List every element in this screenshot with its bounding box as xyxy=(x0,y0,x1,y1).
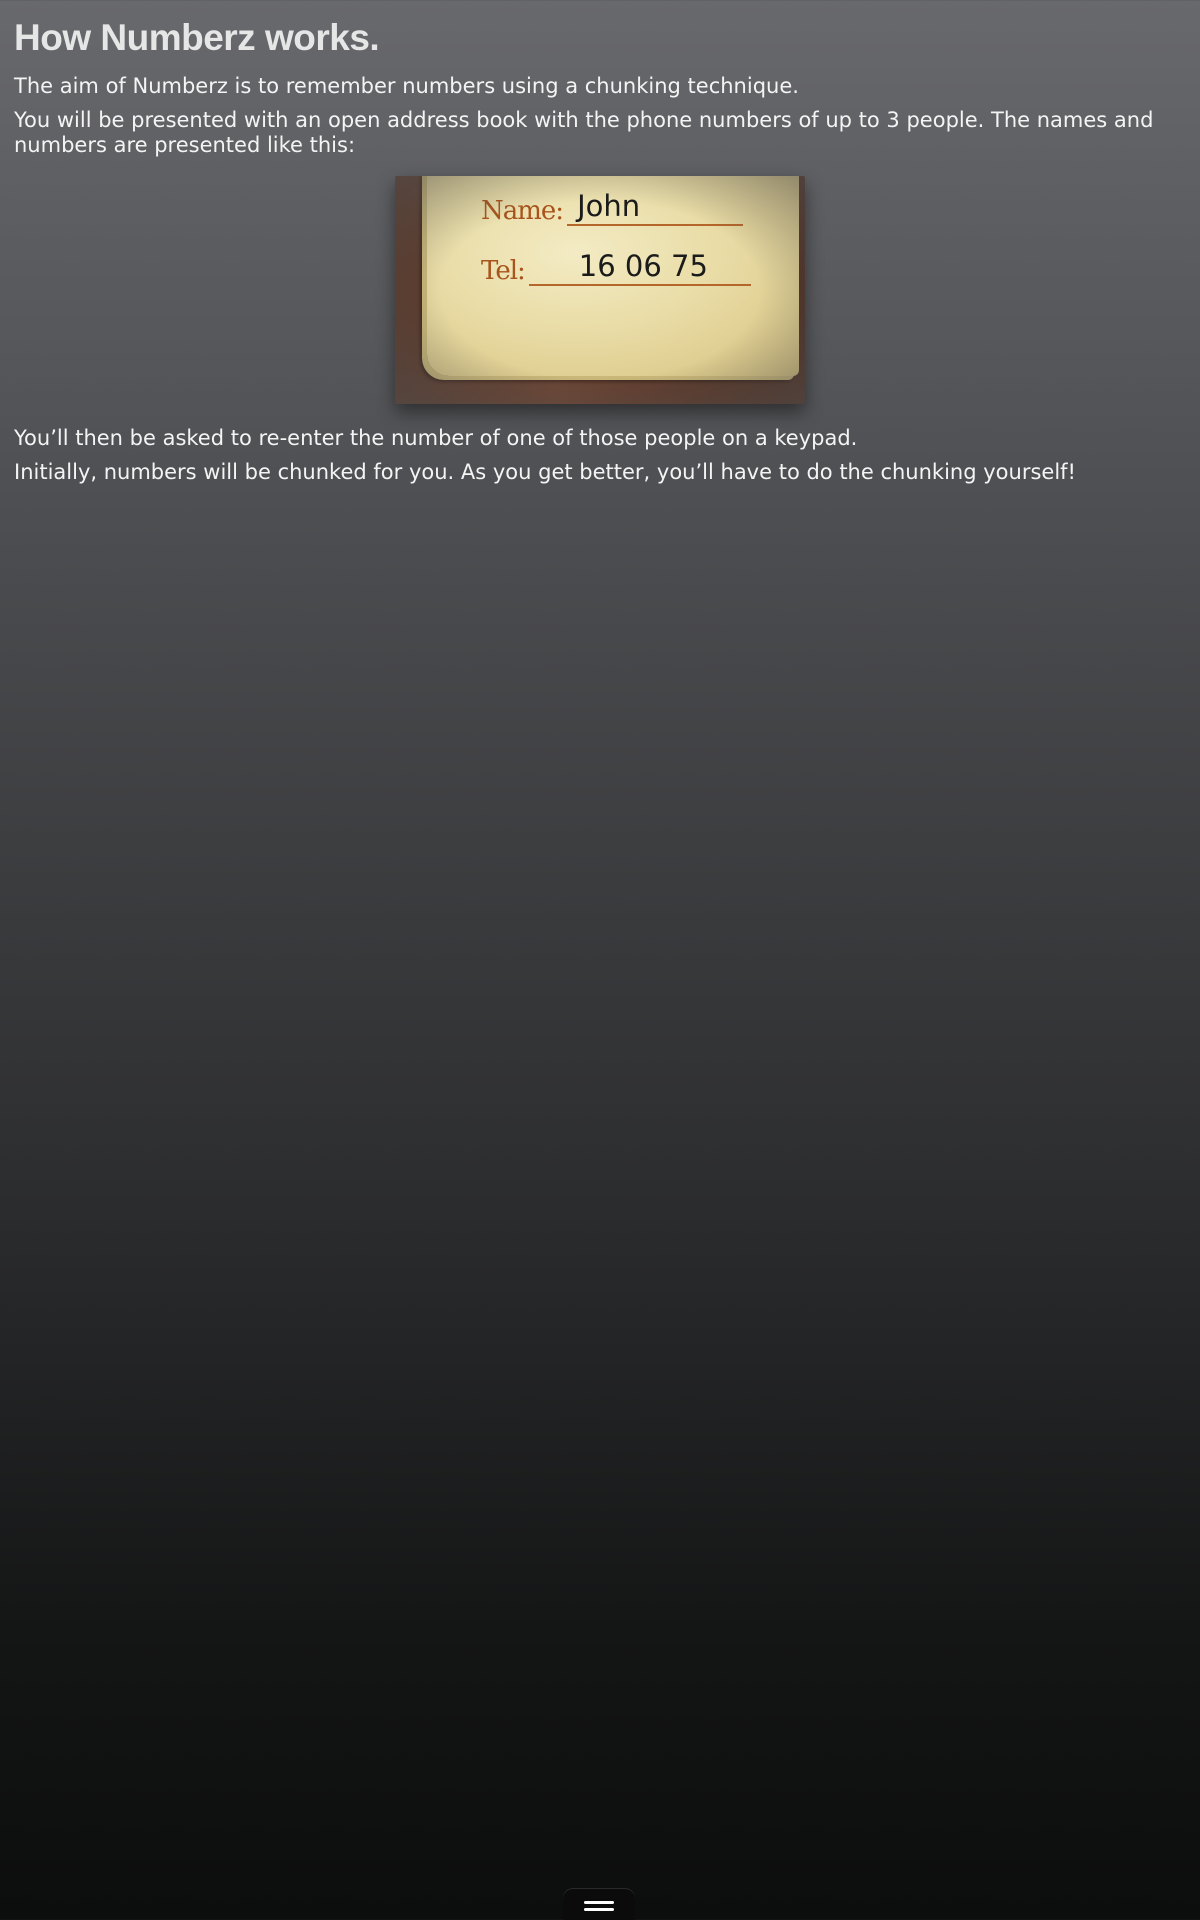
hamburger-menu-icon xyxy=(584,1901,614,1920)
tel-label: Tel: xyxy=(481,256,526,286)
reenter-paragraph: You’ll then be asked to re-enter the num… xyxy=(14,426,858,450)
intro-paragraph: The aim of Numberz is to remember number… xyxy=(14,74,799,98)
name-row: Name: John xyxy=(481,188,744,226)
help-content: How Numberz works. The aim of Numberz is… xyxy=(14,16,1186,494)
address-book-card-image: Name: John Tel: 16 06 75 xyxy=(395,176,805,404)
tel-row: Tel: 16 06 75 xyxy=(481,248,751,286)
page-title: How Numberz works. xyxy=(14,17,380,58)
example-card-container: Name: John Tel: 16 06 75 xyxy=(14,176,1186,404)
name-value: John xyxy=(567,188,744,226)
chunking-paragraph: Initially, numbers will be chunked for y… xyxy=(14,460,1076,484)
name-label: Name: xyxy=(481,196,564,226)
presented-paragraph: You will be presented with an open addre… xyxy=(14,108,1154,157)
tel-value: 16 06 75 xyxy=(528,248,751,286)
menu-button[interactable] xyxy=(563,1889,635,1920)
address-book-page: Name: John Tel: 16 06 75 xyxy=(427,176,799,376)
